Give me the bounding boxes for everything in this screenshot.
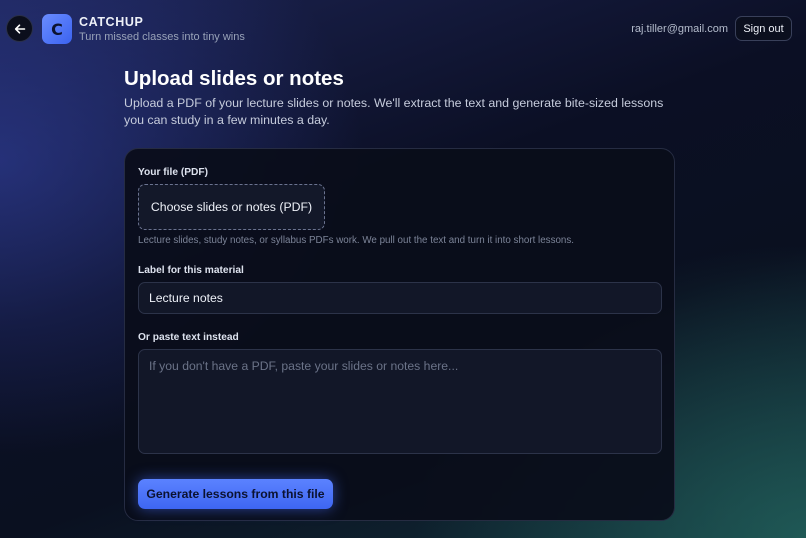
- generate-lessons-button[interactable]: Generate lessons from this file: [138, 479, 333, 509]
- paste-label: Or paste text instead: [138, 332, 239, 343]
- page-title: Upload slides or notes: [124, 67, 344, 90]
- generate-lessons-label: Generate lessons from this file: [146, 487, 325, 501]
- app-name: CATCHUP: [79, 15, 144, 29]
- app-logo: C: [42, 14, 72, 44]
- sign-out-button[interactable]: Sign out: [735, 16, 792, 41]
- paste-text-area[interactable]: [138, 349, 662, 454]
- choose-file-label: Choose slides or notes (PDF): [150, 200, 313, 214]
- user-email: raj.tiller@gmail.com: [631, 23, 728, 35]
- arrow-left-icon: [14, 23, 25, 34]
- material-label: Label for this material: [138, 265, 244, 276]
- material-label-input[interactable]: [138, 282, 662, 314]
- app-tagline: Turn missed classes into tiny wins: [79, 31, 245, 43]
- file-hint: Lecture slides, study notes, or syllabus…: [138, 235, 574, 246]
- file-label: Your file (PDF): [138, 167, 208, 178]
- back-button[interactable]: [6, 15, 33, 42]
- page-description: Upload a PDF of your lecture slides or n…: [124, 96, 664, 127]
- upload-card: Your file (PDF) Choose slides or notes (…: [124, 148, 675, 521]
- choose-file-button[interactable]: Choose slides or notes (PDF): [138, 184, 325, 230]
